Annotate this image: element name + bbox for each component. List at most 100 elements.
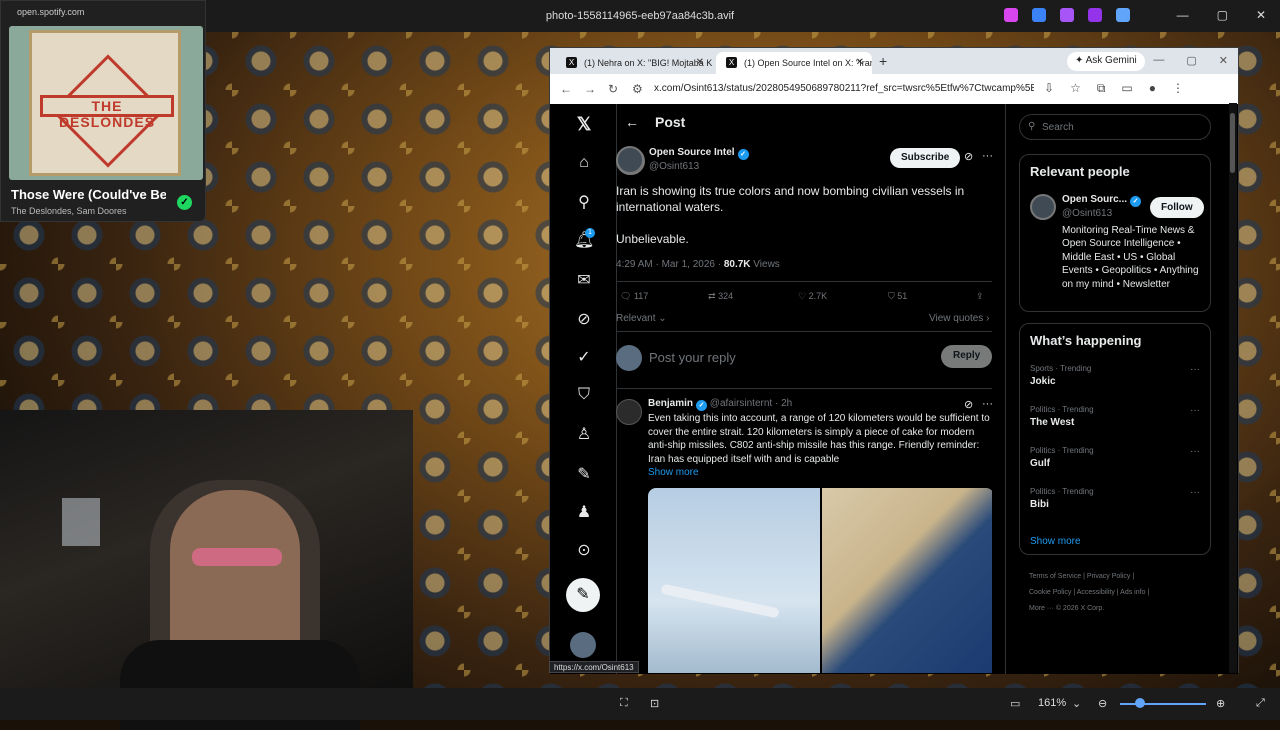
zoom-slider-thumb[interactable] bbox=[1135, 698, 1145, 708]
fullscreen-icon[interactable]: ⤢ bbox=[1256, 697, 1265, 710]
articles-icon[interactable]: ✎ bbox=[574, 464, 594, 484]
more-options-icon[interactable]: ··· bbox=[1190, 446, 1200, 457]
cloud-icon[interactable] bbox=[1116, 8, 1130, 22]
subscribe-button[interactable]: Subscribe bbox=[890, 148, 961, 168]
explore-icon[interactable]: ⚲ bbox=[574, 192, 594, 212]
close-icon[interactable]: ✕ bbox=[1256, 8, 1266, 22]
like-action[interactable]: ♡ 2.7K bbox=[798, 291, 827, 302]
trend-item[interactable]: Politics · Trending Gulf ··· bbox=[1030, 446, 1200, 469]
minimize-icon[interactable]: — bbox=[1177, 8, 1189, 22]
zoom-level[interactable]: 161% bbox=[1038, 697, 1066, 709]
tab-bar: X (1) Nehra on X: "BIG! Mojtaba K ✕ X (1… bbox=[550, 48, 1238, 74]
split-view-icon[interactable]: ▭ bbox=[1121, 81, 1132, 96]
share-icon[interactable]: ⇪ bbox=[976, 291, 984, 302]
relevant-person-avatar[interactable] bbox=[1030, 194, 1056, 220]
bookmarks-icon[interactable]: ⛉ bbox=[574, 386, 594, 404]
bookmark-action[interactable]: ⛉ 51 bbox=[888, 291, 907, 302]
scrollbar-thumb[interactable] bbox=[1230, 113, 1235, 173]
grok-icon[interactable]: ⊘ bbox=[964, 398, 973, 411]
trend-item[interactable]: Sports · Trending Jokic ··· bbox=[1030, 364, 1200, 387]
compose-post-button[interactable]: ✎ bbox=[566, 578, 600, 612]
sort-label: Relevant bbox=[616, 313, 656, 324]
fit-icon[interactable]: ⛶ bbox=[620, 697, 628, 710]
relevant-person-name[interactable]: Open Sourc... ✓ bbox=[1062, 194, 1142, 207]
more-options-icon[interactable]: ··· bbox=[1190, 364, 1200, 375]
comment-avatar[interactable] bbox=[616, 399, 642, 425]
copilot-icon[interactable] bbox=[1004, 8, 1018, 22]
trend-item[interactable]: Politics · Trending Bibi ··· bbox=[1030, 487, 1200, 510]
liked-check-icon[interactable]: ✓ bbox=[177, 195, 192, 210]
search-input[interactable]: ⚲ Search bbox=[1019, 114, 1211, 140]
ocr-icon[interactable]: ⊡ bbox=[650, 697, 659, 710]
more-options-icon[interactable]: ··· bbox=[1190, 487, 1200, 498]
create-icon[interactable] bbox=[1088, 8, 1102, 22]
heart-icon: ♡ bbox=[798, 291, 807, 301]
extensions-icon[interactable]: ⧉ bbox=[1097, 81, 1106, 96]
footer-line[interactable]: Terms of Service | Privacy Policy | bbox=[1029, 569, 1209, 585]
relevant-person-handle[interactable]: @Osint613 bbox=[1062, 208, 1112, 219]
new-tab-button[interactable]: + bbox=[879, 53, 887, 69]
chevron-down-icon[interactable]: ⌄ bbox=[1072, 697, 1081, 710]
reply-action[interactable]: 🗨︎ 117 bbox=[620, 291, 648, 302]
account-avatar[interactable] bbox=[570, 632, 596, 658]
ask-gemini-button[interactable]: ✦ Ask Gemini bbox=[1067, 52, 1145, 71]
show-more-link[interactable]: Show more bbox=[648, 467, 699, 478]
reply-input[interactable]: Post your reply bbox=[649, 350, 736, 365]
window-light bbox=[62, 498, 100, 546]
comment-image-map[interactable] bbox=[822, 488, 992, 673]
tab-close-icon[interactable]: ✕ bbox=[696, 57, 704, 68]
profile-avatar[interactable]: ● bbox=[1149, 81, 1156, 96]
comment-author[interactable]: Benjamin ✓ @afairsinternt · 2h bbox=[648, 398, 792, 411]
profile-icon[interactable]: ♟ bbox=[574, 502, 594, 522]
premium-icon[interactable]: ✓ bbox=[574, 347, 594, 367]
repost-action[interactable]: ⇄ 324 bbox=[708, 291, 733, 302]
maximize-icon[interactable]: ▢ bbox=[1217, 8, 1228, 22]
x-logo-icon[interactable]: 𝕏 bbox=[574, 114, 594, 135]
footer-line[interactable]: Cookie Policy | Accessibility | Ads info… bbox=[1029, 585, 1209, 601]
footer-line[interactable]: More ··· © 2026 X Corp. bbox=[1029, 601, 1209, 617]
page-scrollbar[interactable] bbox=[1229, 103, 1237, 673]
tab-nehra[interactable]: X (1) Nehra on X: "BIG! Mojtaba K ✕ bbox=[556, 52, 712, 74]
more-options-icon[interactable]: ··· bbox=[982, 398, 992, 410]
designer-icon[interactable] bbox=[1060, 8, 1074, 22]
post-author-handle[interactable]: @Osint613 bbox=[649, 161, 699, 172]
trend-item[interactable]: Politics · Trending The West ··· bbox=[1030, 405, 1200, 428]
zoom-slider[interactable] bbox=[1120, 703, 1206, 705]
install-icon[interactable]: ⇩ bbox=[1044, 81, 1054, 96]
back-icon[interactable]: ← bbox=[560, 82, 572, 96]
reply-button[interactable]: Reply bbox=[941, 345, 992, 368]
maximize-icon[interactable]: ▢ bbox=[1186, 54, 1196, 67]
messages-icon[interactable]: ✉ bbox=[574, 270, 594, 290]
sort-relevant-dropdown[interactable]: Relevant ⌄ bbox=[616, 313, 667, 324]
minimize-icon[interactable]: — bbox=[1153, 54, 1164, 67]
more-options-icon[interactable]: ··· bbox=[982, 150, 992, 162]
comment-image-missile[interactable] bbox=[648, 488, 820, 673]
zoom-in-icon[interactable]: ⊕ bbox=[1216, 697, 1225, 710]
aspect-icon[interactable]: ▭ bbox=[1010, 697, 1020, 710]
tab-open-source-intel[interactable]: X (1) Open Source Intel on X: "Iran ✕ bbox=[716, 52, 872, 74]
more-options-icon[interactable]: ··· bbox=[1190, 405, 1200, 416]
forward-icon[interactable]: → bbox=[584, 82, 596, 96]
post-author-avatar[interactable] bbox=[616, 146, 644, 174]
tab-close-icon[interactable]: ✕ bbox=[856, 57, 864, 68]
edit-icon[interactable] bbox=[1032, 8, 1046, 22]
url-input[interactable]: x.com/Osint613/status/202805495068978021… bbox=[654, 83, 1034, 94]
more-icon[interactable]: ⊙ bbox=[574, 540, 594, 560]
reload-icon[interactable]: ↻ bbox=[608, 82, 618, 96]
spotify-miniplayer[interactable]: open.spotify.com THE DESLONDES Those Wer… bbox=[0, 0, 206, 222]
post-meta: 4:29 AM · Mar 1, 2026 · 80.7K Views bbox=[616, 259, 780, 270]
bookmark-star-icon[interactable]: ☆ bbox=[1070, 81, 1081, 96]
follow-button[interactable]: Follow bbox=[1150, 197, 1204, 218]
menu-icon[interactable]: ⋮ bbox=[1172, 81, 1184, 96]
post-author-name[interactable]: Open Source Intel ✓ bbox=[649, 147, 749, 160]
notifications-badge: 1 bbox=[585, 228, 595, 238]
view-quotes-link[interactable]: View quotes › bbox=[929, 313, 989, 324]
close-icon[interactable]: ✕ bbox=[1219, 54, 1228, 67]
show-more-trends-link[interactable]: Show more bbox=[1030, 536, 1081, 547]
jobs-icon[interactable]: ♙ bbox=[574, 424, 594, 444]
grok-icon[interactable]: ⊘ bbox=[574, 309, 594, 329]
zoom-out-icon[interactable]: ⊖ bbox=[1098, 697, 1107, 710]
site-info-icon[interactable]: ⚙ bbox=[632, 82, 643, 96]
home-icon[interactable]: ⌂ bbox=[574, 154, 594, 172]
grok-icon[interactable]: ⊘ bbox=[964, 150, 973, 163]
